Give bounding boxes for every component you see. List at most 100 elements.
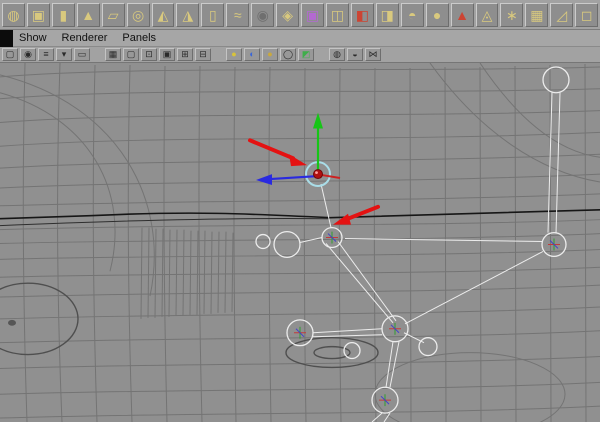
skeleton-joint[interactable] [343,342,361,360]
shading-smooth-button[interactable]: ● [262,48,278,61]
shelf-item-mesh-smooth[interactable]: ● [425,2,449,27]
skeleton[interactable] [255,66,570,422]
use-default-material-button[interactable]: ◍ [329,48,345,61]
shading-wireframe-button[interactable]: ◯ [280,48,296,61]
mesh-smooth-icon: ● [432,6,442,23]
poly-platonic-icon: ◈ [282,6,293,23]
safe-title-button[interactable]: ⊟ [195,48,211,61]
red-cone-icon: ▲ [455,6,469,23]
shelf-item-poly-sphere[interactable]: ◍ [2,2,25,27]
shelf-item-poly-platonic[interactable]: ◈ [276,2,300,27]
shelf-item-gift-box[interactable]: ▣ [301,2,324,27]
selected-edge-secondary [0,217,331,227]
shelf-item-poly-cube[interactable]: ▣ [26,2,50,27]
manipulator-center-handle[interactable] [313,169,323,180]
film-gate-icon: ▢ [126,49,136,59]
grid-button[interactable]: ▦ [105,48,121,61]
annotation-arrow-2-head [333,213,351,225]
gate-mask-button[interactable]: ▣ [159,48,175,61]
film-gate-button[interactable]: ▢ [123,48,139,61]
joint-axis-x [294,237,560,401]
gift-box-icon: ▣ [305,6,320,23]
shading-smooth-icon: ● [267,49,273,59]
use-default-material-icon: ◍ [333,49,341,59]
shelf-item-mesh-reduce[interactable]: ◬ [475,2,499,27]
poly-sphere-icon: ◍ [7,6,20,23]
camera-attributes-button[interactable]: ≡ [38,48,54,61]
maya-window: ◍ ▣ ▮ ▲ ▱ ◎ ◭ ◮ ▯ ≈ ◉ ◈ ▣ ◫ ◧ ◨ ◓ ● ▲ ◬ … [0,0,600,422]
share-node-button[interactable]: ⋈ [365,48,381,61]
lighting-all-button[interactable]: ◐ [244,48,260,61]
xray-icon: ◒ [352,49,358,59]
shading-wireframe-icon: ◯ [282,49,294,59]
wireframe-contours [0,63,600,297]
skeleton-joint[interactable] [418,337,438,357]
bookmark-button[interactable]: ▾ [56,48,72,61]
shelf-item-red-cone[interactable]: ▲ [450,2,474,27]
safe-action-icon: ⊞ [181,49,189,59]
shelf-item-mesh-quadrangulate[interactable]: ◻ [575,2,599,27]
skeleton-joint[interactable] [542,66,570,94]
resolution-gate-button[interactable]: ⊡ [141,48,157,61]
poly-pipe-icon: ▯ [208,6,217,23]
shelf-item-mesh-paint[interactable]: ∗ [500,2,524,27]
lighting-default-icon: ● [231,49,237,59]
shelf-item-mesh-triangulate[interactable]: ◿ [550,2,574,27]
shelf-item-poly-plane[interactable]: ▱ [101,2,125,27]
mesh-cleanup-icon: ▦ [530,6,544,23]
viewport-canvas[interactable] [0,63,600,422]
poly-cone-icon: ▲ [81,6,96,23]
shelf-item-poly-torus[interactable]: ◎ [126,2,150,27]
image-plane-icon: ▭ [77,49,87,59]
safe-action-button[interactable]: ⊞ [177,48,193,61]
shelf-item-mesh-extract[interactable]: ◨ [375,2,399,27]
share-node-icon: ⋈ [368,49,378,59]
select-camera-icon: ▢ [5,49,15,59]
textured-button[interactable]: ◩ [298,48,314,61]
menu-show[interactable]: Show [19,32,47,44]
grid-icon: ▦ [108,49,118,59]
lock-camera-icon: ◉ [24,49,32,59]
xray-button[interactable]: ◒ [347,48,363,61]
manipulator-x-arrowhead[interactable] [256,174,272,185]
camera-attributes-icon: ≡ [43,49,49,59]
shelf-item-poly-cylinder[interactable]: ▮ [51,2,75,27]
menu-panels[interactable]: Panels [122,32,156,44]
poly-plane-icon: ▱ [107,6,119,23]
viewport[interactable] [0,63,600,422]
manipulator-x-axis[interactable] [269,174,319,181]
shelf-item-poly-pipe[interactable]: ▯ [201,2,225,27]
shelf-item-poly-cone[interactable]: ▲ [76,2,100,27]
poly-soccerball-icon: ◉ [256,6,269,23]
mesh-separate-icon: ◧ [355,6,369,23]
shelf-item-mesh-separate[interactable]: ◧ [350,2,374,27]
manipulator-center-highlight [315,171,318,174]
lighting-default-button[interactable]: ● [226,48,242,61]
selected-edge[interactable] [0,208,600,220]
image-plane-button[interactable]: ▭ [74,48,90,61]
left-section-dot [8,319,16,326]
menu-renderer[interactable]: Renderer [62,32,108,44]
skeleton-joint[interactable] [255,233,271,250]
mesh-extract-icon: ◨ [380,6,394,23]
shelf-item-poly-prism[interactable]: ◭ [151,2,175,27]
shelf-item-poly-pyramid[interactable]: ◮ [176,2,200,27]
skeleton-joint[interactable] [273,230,301,259]
gate-mask-icon: ▣ [162,49,172,59]
mesh-paint-icon: ∗ [506,6,518,23]
shelf-item-mesh-booleans[interactable]: ◓ [400,2,424,27]
poly-cylinder-icon: ▮ [59,6,68,23]
shelf-item-mesh-combine[interactable]: ◫ [325,2,349,27]
shelf-item-mesh-cleanup[interactable]: ▦ [525,2,549,27]
poly-pyramid-icon: ◮ [182,6,194,23]
mesh-combine-icon: ◫ [330,6,345,23]
lock-camera-button[interactable]: ◉ [20,48,36,61]
select-camera-button[interactable]: ▢ [2,48,18,61]
panel-tab[interactable] [0,29,13,47]
bookmark-icon: ▾ [61,49,67,59]
shelf-item-poly-helix[interactable]: ≈ [226,2,250,27]
shelf-item-poly-soccerball[interactable]: ◉ [251,2,275,27]
manipulator-z-axis[interactable] [321,174,341,180]
